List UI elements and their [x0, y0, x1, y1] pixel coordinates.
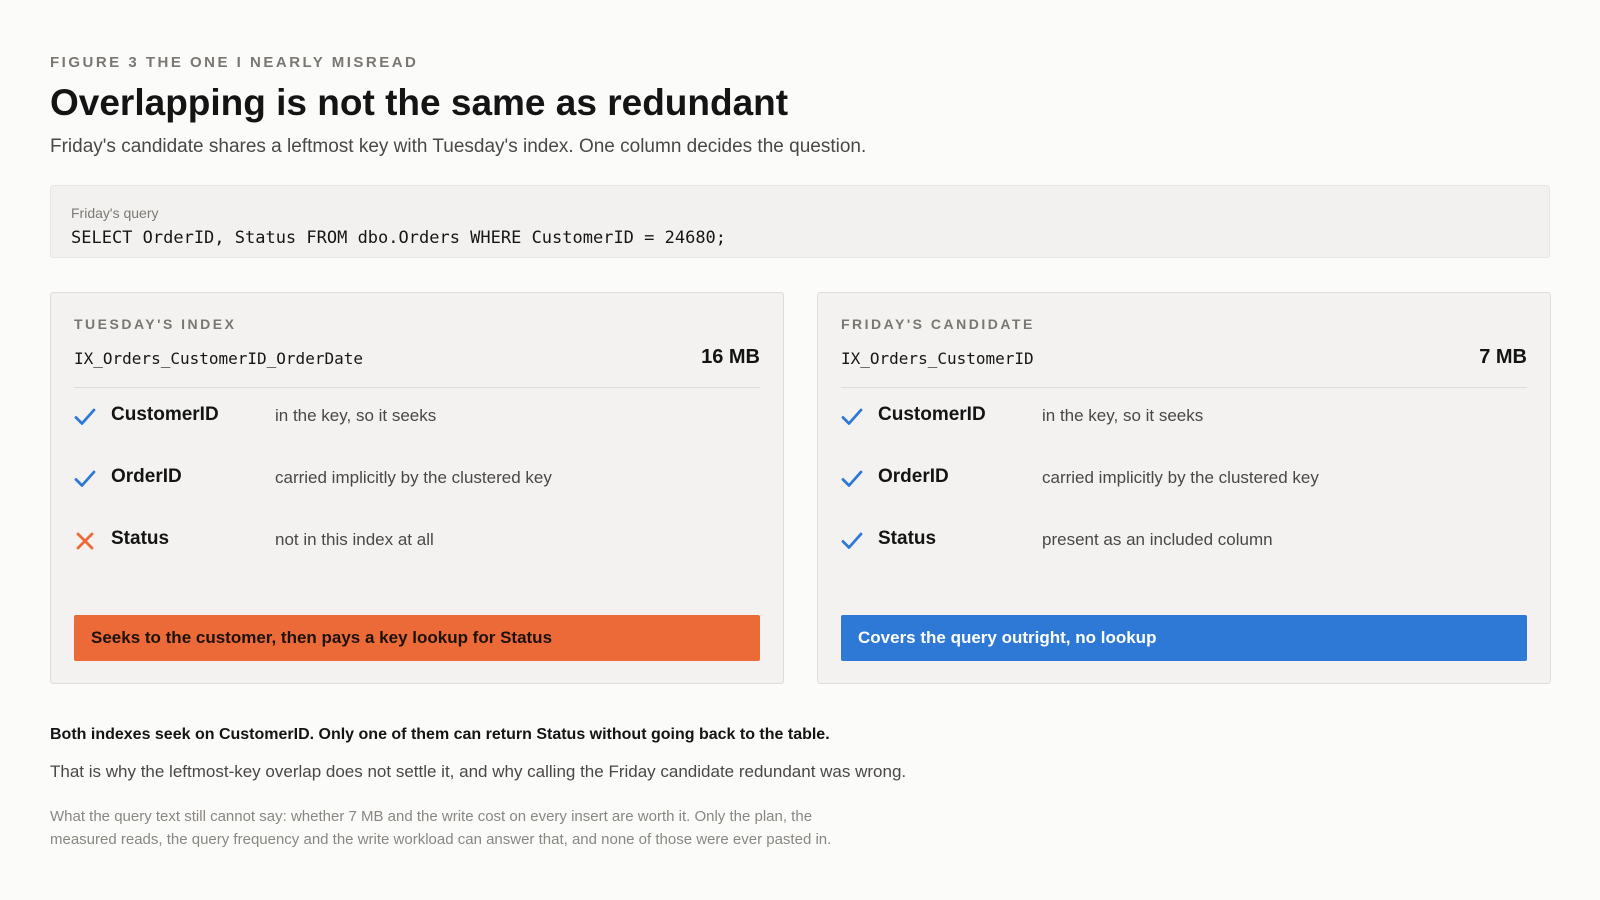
query-label: Friday's query [71, 205, 159, 221]
verdict-bar: Covers the query outright, no lookup [841, 615, 1527, 661]
explanation-text: That is why the leftmost-key overlap doe… [50, 762, 907, 781]
card-label: FRIDAY'S CANDIDATE [841, 316, 1035, 332]
query-box: Friday's query SELECT OrderID, Status FR… [50, 185, 1550, 258]
index-name: IX_Orders_CustomerID [841, 349, 1034, 368]
column-note: present as an included column [1042, 530, 1273, 549]
column-row: OrderID carried implicitly by the cluste… [841, 464, 1527, 494]
check-icon [74, 468, 96, 490]
column-note: in the key, so it seeks [275, 406, 437, 425]
page-subtitle: Friday's candidate shares a leftmost key… [50, 136, 867, 157]
column-note: in the key, so it seeks [1042, 406, 1204, 425]
column-row: Status present as an included column [841, 526, 1527, 556]
caveat-text: What the query text still cannot say: wh… [50, 808, 832, 848]
page-title: Overlapping is not the same as redundant [50, 82, 789, 123]
card-label: TUESDAY'S INDEX [74, 316, 237, 332]
column-name: Status [111, 528, 170, 549]
column-name: CustomerID [878, 404, 986, 425]
index-size: 7 MB [1479, 346, 1527, 368]
column-name: OrderID [111, 466, 182, 487]
column-row: Status not in this index at all [74, 526, 760, 556]
verdict-bar: Seeks to the customer, then pays a key l… [74, 615, 760, 661]
query-code: SELECT OrderID, Status FROM dbo.Orders W… [71, 228, 727, 248]
index-size: 16 MB [701, 346, 760, 368]
column-name: Status [878, 528, 937, 549]
column-note: carried implicitly by the clustered key [275, 468, 552, 487]
check-icon [841, 406, 863, 428]
column-row: OrderID carried implicitly by the cluste… [74, 464, 760, 494]
column-note: not in this index at all [275, 530, 434, 549]
conclusion-text: Both indexes seek on CustomerID. Only on… [50, 726, 830, 743]
column-note: carried implicitly by the clustered key [1042, 468, 1319, 487]
card-divider [841, 387, 1527, 388]
column-row: CustomerID in the key, so it seeks [74, 402, 760, 432]
column-name: CustomerID [111, 404, 219, 425]
card-friday-candidate: FRIDAY'S CANDIDATE IX_Orders_CustomerID … [817, 292, 1551, 684]
column-row: CustomerID in the key, so it seeks [841, 402, 1527, 432]
check-icon [74, 406, 96, 428]
figure-eyebrow: FIGURE 3 THE ONE I NEARLY MISREAD [50, 54, 419, 71]
index-name: IX_Orders_CustomerID_OrderDate [74, 349, 363, 368]
card-tuesday-index: TUESDAY'S INDEX IX_Orders_CustomerID_Ord… [50, 292, 784, 684]
check-icon [841, 530, 863, 552]
card-divider [74, 387, 760, 388]
cross-icon [74, 530, 96, 552]
column-name: OrderID [878, 466, 949, 487]
check-icon [841, 468, 863, 490]
